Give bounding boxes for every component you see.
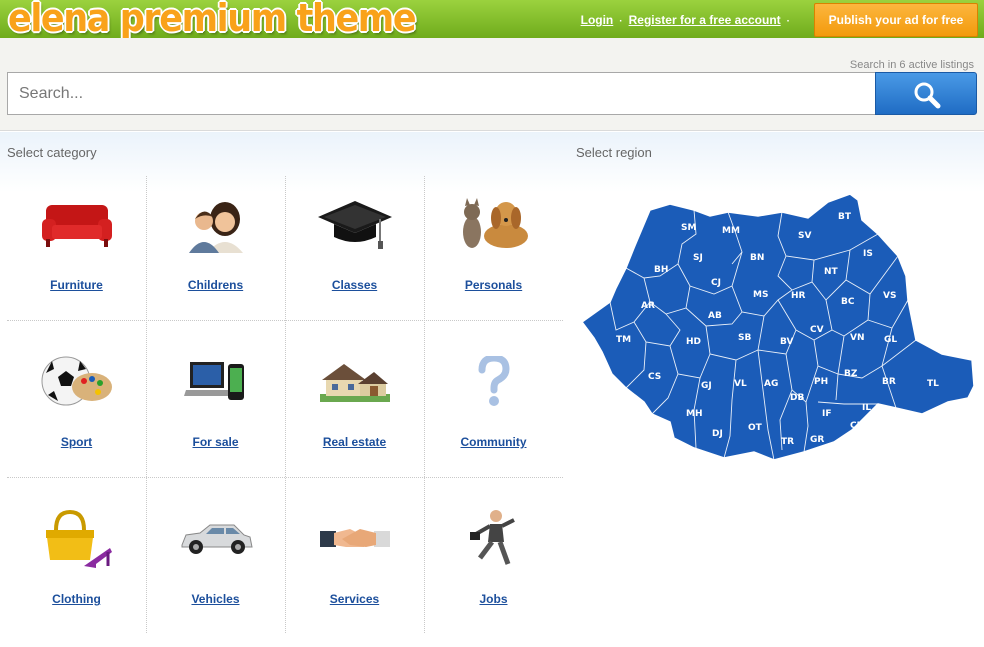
- county-label-ot[interactable]: OT: [748, 423, 763, 433]
- county-label-bc[interactable]: BC: [841, 297, 855, 307]
- county-label-bn[interactable]: BN: [750, 253, 764, 263]
- county-label-vn[interactable]: VN: [850, 333, 865, 343]
- county-label-ct[interactable]: CT: [912, 425, 926, 435]
- running-man-icon: [424, 504, 563, 574]
- site-logo[interactable]: elena premium theme: [8, 0, 417, 40]
- header-bar: elena premium theme Login · Register for a…: [0, 0, 984, 40]
- category-label[interactable]: Clothing: [7, 592, 146, 606]
- county-label-tl[interactable]: TL: [927, 379, 939, 389]
- category-personals[interactable]: Personals: [424, 176, 563, 333]
- children-icon: [146, 190, 285, 260]
- county-label-cj[interactable]: CJ: [711, 278, 721, 288]
- county-label-sm[interactable]: SM: [681, 223, 696, 233]
- category-childrens[interactable]: Childrens: [146, 176, 285, 333]
- register-link[interactable]: Register for a free account: [629, 13, 781, 27]
- publish-ad-button[interactable]: Publish your ad for free: [814, 3, 978, 37]
- county-label-bh[interactable]: BH: [654, 265, 668, 275]
- category-label[interactable]: Services: [285, 592, 424, 606]
- link-separator: ·: [786, 16, 790, 27]
- category-label[interactable]: Community: [424, 435, 563, 449]
- county-label-sj[interactable]: SJ: [693, 253, 703, 263]
- county-label-is[interactable]: IS: [863, 249, 873, 259]
- category-label[interactable]: For sale: [146, 435, 285, 449]
- search-input[interactable]: Search...: [7, 72, 877, 115]
- county-label-nt[interactable]: NT: [824, 267, 839, 277]
- search-hint: Search in 6 active listings: [849, 59, 974, 71]
- sofa-icon: [7, 190, 146, 260]
- county-label-db[interactable]: DB: [790, 393, 804, 403]
- county-label-ms[interactable]: MS: [753, 290, 768, 300]
- graduation-cap-icon: [285, 190, 424, 260]
- county-label-bt[interactable]: BT: [838, 212, 852, 222]
- handshake-icon: [285, 504, 424, 574]
- county-label-tr[interactable]: TR: [781, 437, 794, 447]
- category-for-sale[interactable]: For sale: [146, 333, 285, 490]
- category-label[interactable]: Sport: [7, 435, 146, 449]
- category-services[interactable]: Services: [285, 490, 424, 647]
- county-label-hd[interactable]: HD: [686, 337, 701, 347]
- category-label[interactable]: Real estate: [285, 435, 424, 449]
- pets-icon: [424, 190, 563, 260]
- category-label[interactable]: Vehicles: [146, 592, 285, 606]
- category-label[interactable]: Jobs: [424, 592, 563, 606]
- county-label-il[interactable]: IL: [862, 403, 871, 413]
- county-label-sv[interactable]: SV: [798, 231, 811, 241]
- county-label-ag[interactable]: AG: [764, 379, 778, 389]
- county-label-bv[interactable]: BV: [780, 337, 793, 347]
- category-label[interactable]: Childrens: [146, 278, 285, 292]
- county-label-cs[interactable]: CS: [648, 372, 661, 382]
- main-content: Select category Select region Furniture: [0, 132, 984, 646]
- category-furniture[interactable]: Furniture: [7, 176, 146, 333]
- category-vehicles[interactable]: Vehicles: [146, 490, 285, 647]
- county-label-bz[interactable]: BZ: [844, 369, 858, 379]
- ball-palette-icon: [7, 347, 146, 417]
- county-label-cl[interactable]: CL: [850, 421, 863, 431]
- car-icon: [146, 504, 285, 574]
- handbag-icon: [7, 504, 146, 574]
- region-map[interactable]: SM MM BT SV BH SJ BN IS CJ NT AR MS HR B…: [582, 190, 974, 470]
- category-community[interactable]: Community: [424, 333, 563, 490]
- county-label-ab[interactable]: AB: [708, 311, 722, 321]
- link-separator: ·: [619, 16, 623, 27]
- county-label-if[interactable]: IF: [822, 409, 832, 419]
- search-band: Search in 6 active listings Search...: [0, 38, 984, 131]
- county-label-vl[interactable]: VL: [734, 379, 747, 389]
- category-label[interactable]: Personals: [424, 278, 563, 292]
- county-label-tm[interactable]: TM: [616, 335, 631, 345]
- county-label-ph[interactable]: PH: [814, 377, 828, 387]
- county-label-hr[interactable]: HR: [791, 291, 806, 301]
- county-label-cv[interactable]: CV: [810, 325, 824, 335]
- category-classes[interactable]: Classes: [285, 176, 424, 333]
- county-label-br[interactable]: BR: [882, 377, 896, 387]
- category-label[interactable]: Furniture: [7, 278, 146, 292]
- county-label-dj[interactable]: DJ: [712, 429, 723, 439]
- county-label-sb[interactable]: SB: [738, 333, 751, 343]
- search-button[interactable]: [875, 72, 977, 115]
- county-label-mh[interactable]: MH: [686, 409, 703, 419]
- category-sport[interactable]: Sport: [7, 333, 146, 490]
- category-jobs[interactable]: Jobs: [424, 490, 563, 647]
- county-label-mm[interactable]: MM: [722, 226, 740, 236]
- region-section-title: Select region: [576, 145, 652, 160]
- category-clothing[interactable]: Clothing: [7, 490, 146, 647]
- search-icon: [914, 82, 941, 109]
- county-label-gj[interactable]: GJ: [701, 381, 712, 391]
- category-label[interactable]: Classes: [285, 278, 424, 292]
- county-label-vs[interactable]: VS: [883, 291, 896, 301]
- county-label-ar[interactable]: AR: [641, 301, 655, 311]
- header-links: Login · Register for a free account ·: [581, 13, 796, 27]
- login-link[interactable]: Login: [581, 13, 614, 27]
- category-real-estate[interactable]: Real estate: [285, 333, 424, 490]
- county-label-gr[interactable]: GR: [810, 435, 824, 445]
- house-icon: [285, 347, 424, 417]
- county-label-gl[interactable]: GL: [884, 335, 897, 345]
- question-icon: [424, 347, 563, 417]
- category-section-title: Select category: [7, 145, 97, 160]
- laptop-phone-icon: [146, 347, 285, 417]
